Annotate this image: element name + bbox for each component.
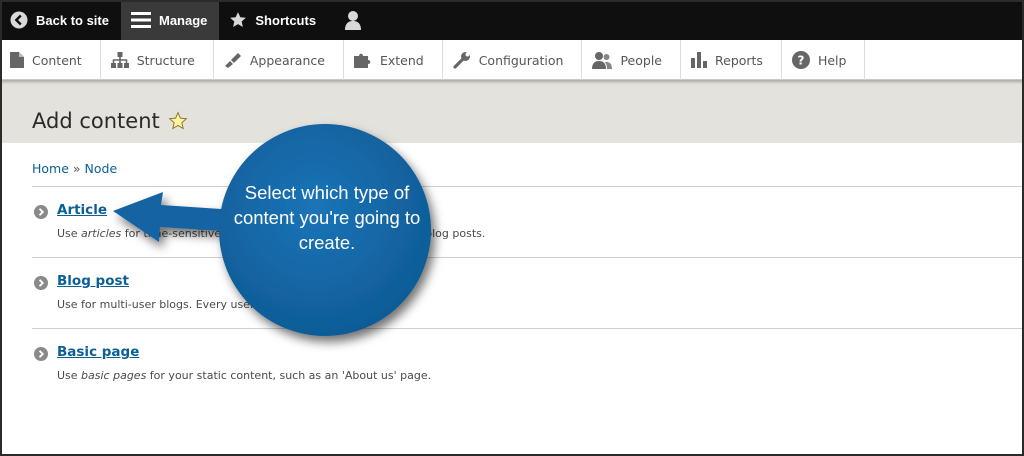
tray-item-label: Structure <box>136 52 195 68</box>
shortcuts-tab[interactable]: Shortcuts <box>219 0 328 40</box>
reports-icon <box>691 52 707 68</box>
manage-label: Manage <box>158 12 208 28</box>
back-to-site-link[interactable]: Back to site <box>0 0 121 40</box>
breadcrumb-node-link[interactable]: Node <box>85 161 118 176</box>
tray-item-content[interactable]: Content <box>0 40 101 80</box>
page-title-row: Add content <box>32 109 188 133</box>
tray-item-structure[interactable]: Structure <box>101 40 214 80</box>
manage-tab[interactable]: Manage <box>120 0 220 40</box>
back-to-site-label: Back to site <box>36 12 109 28</box>
tray-item-label: Appearance <box>249 52 325 68</box>
extend-icon <box>353 53 371 68</box>
content-type-list: Article Use articles for time-sensitive … <box>32 186 1022 399</box>
back-arrow-icon <box>10 11 28 29</box>
tray-item-appearance[interactable]: Appearance <box>214 40 344 80</box>
chevron-right-icon <box>34 205 48 219</box>
list-item: Basic page Use basic pages for your stat… <box>32 328 1022 399</box>
tray-item-configuration[interactable]: Configuration <box>443 40 583 80</box>
svg-text:?: ? <box>797 54 804 68</box>
tray-item-label: Content <box>32 52 82 68</box>
tray-item-label: Help <box>817 52 847 68</box>
tray-item-label: People <box>620 52 662 68</box>
tray-item-help[interactable]: ? Help <box>782 40 866 80</box>
wrench-icon <box>453 52 470 69</box>
tray-item-reports[interactable]: Reports <box>681 40 782 80</box>
chevron-right-icon <box>34 276 48 290</box>
star-icon <box>230 12 247 27</box>
tray-item-extend[interactable]: Extend <box>344 40 443 80</box>
content-type-article-link[interactable]: Article <box>57 202 107 218</box>
breadcrumb-home-link[interactable]: Home <box>32 161 69 176</box>
admin-tray: Content Structure Appearance Extend Conf… <box>0 40 1024 80</box>
breadcrumb-separator: » <box>72 161 81 176</box>
people-icon <box>592 52 613 69</box>
content-type-description: Use basic pages for your static content,… <box>57 369 432 382</box>
tray-item-label: Configuration <box>478 52 564 68</box>
help-icon: ? <box>791 51 810 69</box>
chevron-right-icon <box>34 347 48 361</box>
content-type-basic-page-link[interactable]: Basic page <box>57 344 139 360</box>
user-tab[interactable] <box>328 0 378 40</box>
content-type-description: Use articles for time-sensitive content … <box>57 227 486 240</box>
content-type-description: Use for multi-user blogs. Every user get… <box>57 298 374 311</box>
structure-icon <box>110 52 129 68</box>
list-item: Article Use articles for time-sensitive … <box>32 186 1022 257</box>
content-icon <box>10 52 24 68</box>
admin-toolbar: Back to site Manage Shortcuts <box>0 0 1024 40</box>
list-item: Blog post Use for multi-user blogs. Ever… <box>32 257 1022 328</box>
breadcrumb: Home » Node <box>32 161 117 176</box>
page-title: Add content <box>32 109 160 133</box>
hamburger-icon <box>130 12 151 28</box>
shortcuts-label: Shortcuts <box>255 12 317 28</box>
appearance-icon <box>224 53 241 68</box>
tray-item-label: Extend <box>379 52 424 68</box>
tray-item-people[interactable]: People <box>582 40 681 80</box>
shortcut-star-icon[interactable] <box>168 111 188 131</box>
content-type-blog-post-link[interactable]: Blog post <box>57 273 129 289</box>
user-icon <box>345 11 362 30</box>
tray-item-label: Reports <box>715 52 763 68</box>
